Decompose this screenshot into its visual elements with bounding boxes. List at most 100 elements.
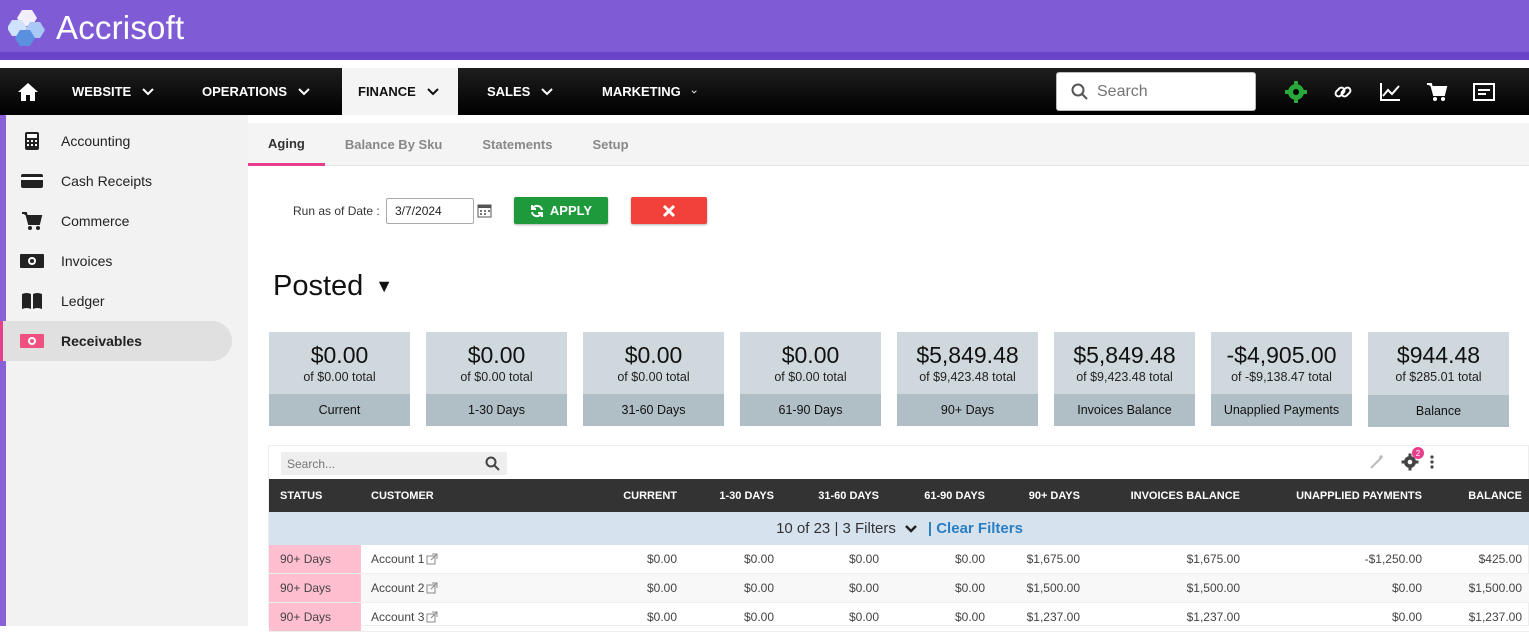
search-input[interactable] bbox=[1097, 82, 1247, 101]
clear-button[interactable] bbox=[631, 197, 707, 224]
customer-cell[interactable]: Account 1 bbox=[371, 545, 438, 573]
brand-bar: Accrisoft bbox=[0, 0, 1529, 60]
status-cell: 90+ Days bbox=[269, 574, 361, 602]
external-link-icon[interactable] bbox=[426, 553, 438, 565]
card-total: of $0.00 total bbox=[617, 370, 690, 384]
nav-label: SALES bbox=[487, 84, 531, 99]
invoices-balance-cell: $1,500.00 bbox=[1186, 581, 1240, 595]
close-icon bbox=[662, 204, 676, 217]
summary-card-90-plus: $5,849.48 of $9,423.48 total 90+ Days bbox=[897, 332, 1038, 426]
chevron-down-icon bbox=[298, 87, 310, 95]
col-31-60[interactable]: 31-60 DAYS bbox=[789, 479, 879, 512]
tab-setup[interactable]: Setup bbox=[572, 123, 648, 166]
sidebar-item-commerce[interactable]: Commerce bbox=[6, 201, 248, 241]
grid-toolbar: 2 bbox=[1369, 447, 1435, 476]
customer-name: Account 3 bbox=[371, 610, 425, 624]
grid-search[interactable] bbox=[281, 452, 507, 475]
grid-search-input[interactable] bbox=[287, 456, 477, 471]
d61-90-cell: $0.00 bbox=[954, 581, 985, 595]
nav-finance[interactable]: FINANCE bbox=[342, 68, 458, 115]
receivables-grid: 2 STATUS CUSTOMER CURRENT 1-30 DAYS 31-6… bbox=[268, 445, 1529, 632]
more-vert-icon[interactable] bbox=[1429, 454, 1435, 475]
cart-icon[interactable] bbox=[1413, 68, 1460, 115]
nav-sales[interactable]: SALES bbox=[458, 68, 573, 115]
summary-card-balance: $944.48 of $285.01 total Balance bbox=[1368, 332, 1509, 427]
tab-label: Statements bbox=[482, 137, 553, 152]
view-selector[interactable]: Posted ▼ bbox=[273, 270, 393, 303]
card-amount: -$4,905.00 bbox=[1226, 342, 1337, 368]
magic-wand-icon[interactable] bbox=[1369, 454, 1385, 475]
customer-cell[interactable]: Account 3 bbox=[371, 603, 438, 631]
current-cell: $0.00 bbox=[646, 581, 677, 595]
card-label: Invoices Balance bbox=[1054, 394, 1195, 426]
search-icon bbox=[485, 456, 500, 471]
logo[interactable]: Accrisoft bbox=[8, 8, 184, 48]
sidebar-item-receivables[interactable]: Receivables bbox=[0, 321, 232, 361]
gear-icon[interactable] bbox=[1272, 68, 1319, 115]
summary-card-current: $0.00 of $0.00 total Current bbox=[269, 332, 410, 426]
card-icon[interactable] bbox=[1460, 68, 1507, 115]
refresh-icon bbox=[530, 204, 543, 217]
sidebar-item-cash-receipts[interactable]: Cash Receipts bbox=[6, 161, 248, 201]
col-invoices-balance[interactable]: INVOICES BALANCE bbox=[1099, 479, 1240, 512]
caret-down-icon: ▼ bbox=[375, 276, 394, 296]
customer-cell[interactable]: Account 2 bbox=[371, 574, 438, 602]
card-amount: $5,849.48 bbox=[1073, 342, 1176, 368]
link-icon[interactable] bbox=[1319, 68, 1366, 115]
tab-aging[interactable]: Aging bbox=[248, 123, 325, 166]
external-link-icon[interactable] bbox=[426, 611, 438, 623]
apply-button[interactable]: APPLY bbox=[514, 197, 608, 224]
col-current[interactable]: CURRENT bbox=[599, 479, 677, 512]
card-label: Balance bbox=[1368, 395, 1509, 427]
d61-90-cell: $0.00 bbox=[954, 552, 985, 566]
home-icon[interactable] bbox=[0, 68, 56, 115]
sidebar-item-invoices[interactable]: Invoices bbox=[6, 241, 248, 281]
chevron-down-icon[interactable] bbox=[904, 524, 918, 534]
summary-card-61-90: $0.00 of $0.00 total 61-90 Days bbox=[740, 332, 881, 426]
status-cell: 90+ Days bbox=[269, 545, 361, 573]
clear-filters-link[interactable]: | Clear Filters bbox=[928, 520, 1023, 537]
external-link-icon[interactable] bbox=[426, 582, 438, 594]
col-61-90[interactable]: 61-90 DAYS bbox=[894, 479, 985, 512]
d31-60-cell: $0.00 bbox=[848, 581, 879, 595]
global-search[interactable] bbox=[1056, 72, 1256, 111]
tab-balance-by-sku[interactable]: Balance By Sku bbox=[325, 123, 463, 166]
card-amount: $0.00 bbox=[781, 342, 840, 368]
card-total: of $285.01 total bbox=[1395, 370, 1482, 384]
summary-card-unapplied-payments: -$4,905.00 of -$9,138.47 total Unapplied… bbox=[1211, 332, 1352, 426]
chevron-down-icon bbox=[142, 87, 154, 95]
col-unapplied-payments[interactable]: UNAPPLIED PAYMENTS bbox=[1259, 479, 1422, 512]
nav-website[interactable]: WEBSITE bbox=[56, 68, 186, 115]
settings-badge: 2 bbox=[1412, 447, 1424, 459]
d1-30-cell: $0.00 bbox=[743, 552, 774, 566]
sidebar-item-ledger[interactable]: Ledger bbox=[6, 281, 248, 321]
summary-card-1-30: $0.00 of $0.00 total 1-30 Days bbox=[426, 332, 567, 426]
col-1-30[interactable]: 1-30 DAYS bbox=[689, 479, 774, 512]
col-status[interactable]: STATUS bbox=[280, 479, 322, 512]
sidebar-item-label: Cash Receipts bbox=[61, 173, 153, 189]
card-total: of $0.00 total bbox=[303, 370, 376, 384]
table-row[interactable]: 90+ Days Account 3 $0.00 $0.00 $0.00 $0.… bbox=[269, 603, 1529, 632]
sidebar-item-accounting[interactable]: Accounting bbox=[6, 121, 248, 161]
nav-marketing[interactable]: MARKETING bbox=[573, 68, 713, 115]
card-label: 1-30 Days bbox=[426, 394, 567, 426]
card-amount: $5,849.48 bbox=[916, 342, 1019, 368]
sidebar-item-label: Ledger bbox=[61, 293, 105, 309]
card-total: of $9,423.48 total bbox=[1076, 370, 1173, 384]
chart-icon[interactable] bbox=[1366, 68, 1413, 115]
grid-settings-icon[interactable]: 2 bbox=[1401, 447, 1424, 476]
table-row[interactable]: 90+ Days Account 2 $0.00 $0.00 $0.00 $0.… bbox=[269, 574, 1529, 603]
run-date-input[interactable] bbox=[386, 198, 474, 224]
calendar-icon[interactable] bbox=[477, 203, 492, 223]
col-90-plus[interactable]: 90+ DAYS bbox=[999, 479, 1080, 512]
main-nav: WEBSITE OPERATIONS FINANCE SALES MARKETI… bbox=[0, 68, 1529, 115]
nav-operations[interactable]: OPERATIONS bbox=[186, 68, 342, 115]
tab-statements[interactable]: Statements bbox=[462, 123, 572, 166]
col-balance[interactable]: BALANCE bbox=[1434, 479, 1522, 512]
table-row[interactable]: 90+ Days Account 1 $0.00 $0.00 $0.00 $0.… bbox=[269, 545, 1529, 574]
col-customer[interactable]: CUSTOMER bbox=[371, 479, 434, 512]
card-label: Unapplied Payments bbox=[1211, 394, 1352, 426]
d1-30-cell: $0.00 bbox=[743, 610, 774, 624]
unapplied-cell: $0.00 bbox=[1391, 610, 1422, 624]
money-icon bbox=[20, 249, 44, 273]
